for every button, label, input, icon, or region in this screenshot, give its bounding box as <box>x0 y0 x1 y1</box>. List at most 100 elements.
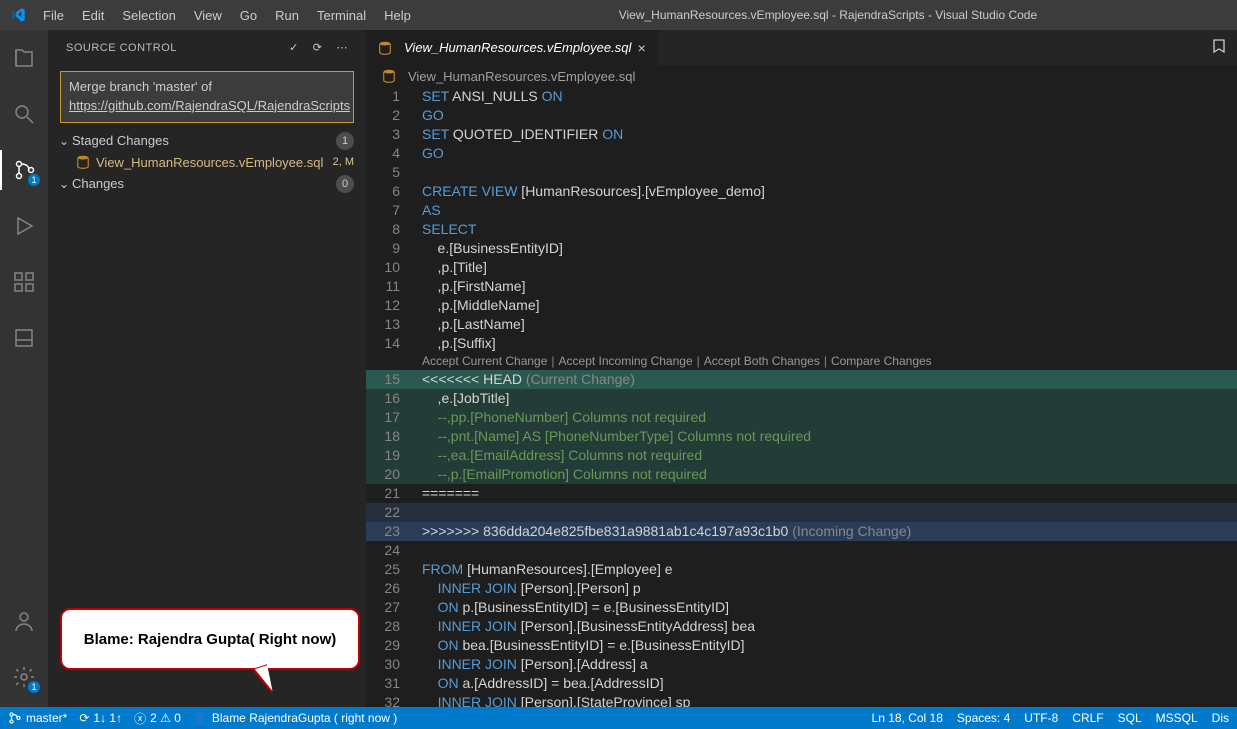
code-line[interactable]: 21======= <box>366 484 1237 503</box>
menu-go[interactable]: Go <box>232 4 265 27</box>
code-line[interactable]: 31 ON a.[AddressID] = bea.[AddressID] <box>366 674 1237 693</box>
explorer-icon[interactable] <box>0 38 48 78</box>
blame-status[interactable]: 👤 Blame RajendraGupta ( right now ) <box>193 711 397 725</box>
problems-text: 2 ⚠ 0 <box>150 711 181 725</box>
source-control-icon[interactable]: 1 <box>0 150 48 190</box>
menu-selection[interactable]: Selection <box>114 4 183 27</box>
commit-message-input[interactable]: Merge branch 'master' of https://github.… <box>60 71 354 123</box>
accounts-icon[interactable] <box>0 601 48 641</box>
blame-text: Blame RajendraGupta ( right now ) <box>212 711 397 725</box>
code-line[interactable]: 8SELECT <box>366 220 1237 239</box>
menu-run[interactable]: Run <box>267 4 307 27</box>
mssql-status[interactable]: MSSQL <box>1156 711 1198 725</box>
eol-status[interactable]: CRLF <box>1072 711 1103 725</box>
accept-both[interactable]: Accept Both Changes <box>704 352 820 371</box>
language-status[interactable]: SQL <box>1118 711 1142 725</box>
editor-tab[interactable]: View_HumanResources.vEmployee.sql × <box>366 30 659 65</box>
menu-terminal[interactable]: Terminal <box>309 4 374 27</box>
code-line[interactable]: 27 ON p.[BusinessEntityID] = e.[Business… <box>366 598 1237 617</box>
accept-current[interactable]: Accept Current Change <box>422 352 547 371</box>
database-icon <box>378 41 392 55</box>
window-title: View_HumanResources.vEmployee.sql - Raje… <box>419 8 1237 22</box>
sidebar-header: SOURCE CONTROL ✓ ⟳ ⋯ <box>48 30 366 65</box>
breadcrumb-file: View_HumanResources.vEmployee.sql <box>408 69 635 84</box>
code-line[interactable]: 24 <box>366 541 1237 560</box>
database-icon <box>76 155 90 169</box>
more-actions-icon[interactable]: ⋯ <box>337 41 349 54</box>
staged-label: Staged Changes <box>72 133 336 148</box>
staged-count: 1 <box>336 132 354 150</box>
settings-badge: 1 <box>28 681 40 693</box>
code-line[interactable]: 30 INNER JOIN [Person].[Address] a <box>366 655 1237 674</box>
code-line[interactable]: 15<<<<<<< HEAD (Current Change) <box>366 370 1237 389</box>
sidebar-title: SOURCE CONTROL <box>66 42 289 54</box>
menu-view[interactable]: View <box>186 4 230 27</box>
code-line[interactable]: 32 INNER JOIN [Person].[StateProvince] s… <box>366 693 1237 707</box>
branch-name: master* <box>26 711 67 725</box>
panel-icon[interactable] <box>0 318 48 358</box>
code-editor[interactable]: 1SET ANSI_NULLS ON2GO3SET QUOTED_IDENTIF… <box>366 87 1237 707</box>
code-line[interactable]: 7AS <box>366 201 1237 220</box>
settings-gear-icon[interactable]: 1 <box>0 657 48 697</box>
code-line[interactable]: 23>>>>>>> 836dda204e825fbe831a9881ab1c4c… <box>366 522 1237 541</box>
code-line[interactable]: 4GO <box>366 144 1237 163</box>
code-line[interactable]: 20 --,p.[EmailPromotion] Columns not req… <box>366 465 1237 484</box>
changes-section[interactable]: ⌄ Changes 0 <box>48 172 366 196</box>
sync-text: 1↓ 1↑ <box>93 711 122 725</box>
disconnect-status[interactable]: Dis <box>1212 711 1229 725</box>
code-line[interactable]: 28 INNER JOIN [Person].[BusinessEntityAd… <box>366 617 1237 636</box>
code-line[interactable]: 12 ,p.[MiddleName] <box>366 296 1237 315</box>
code-line[interactable]: 10 ,p.[Title] <box>366 258 1237 277</box>
code-line[interactable]: 11 ,p.[FirstName] <box>366 277 1237 296</box>
scm-badge: 1 <box>28 174 40 186</box>
tab-title: View_HumanResources.vEmployee.sql <box>404 40 631 55</box>
changes-label: Changes <box>72 176 336 191</box>
problems-status[interactable]: ⓧ 2 ⚠ 0 <box>134 710 181 727</box>
vscode-logo-icon <box>0 7 35 23</box>
code-line[interactable]: 17 --,pp.[PhoneNumber] Columns not requi… <box>366 408 1237 427</box>
compare-changes-icon[interactable] <box>1211 38 1227 57</box>
compare-changes[interactable]: Compare Changes <box>831 352 932 371</box>
code-line[interactable]: 5 <box>366 163 1237 182</box>
code-line[interactable]: 25FROM [HumanResources].[Employee] e <box>366 560 1237 579</box>
menu-edit[interactable]: Edit <box>74 4 112 27</box>
menu-help[interactable]: Help <box>376 4 419 27</box>
close-tab-icon[interactable]: × <box>637 40 645 56</box>
menu-file[interactable]: File <box>35 4 72 27</box>
merge-codelens: Accept Current Change | Accept Incoming … <box>366 353 1237 370</box>
code-line[interactable]: 19 --,ea.[EmailAddress] Columns not requ… <box>366 446 1237 465</box>
sync-status[interactable]: ⟳ 1↓ 1↑ <box>79 711 122 725</box>
staged-file-status: 2, M <box>333 156 354 168</box>
code-line[interactable]: 2GO <box>366 106 1237 125</box>
source-control-sidebar: SOURCE CONTROL ✓ ⟳ ⋯ Merge branch 'maste… <box>48 30 366 707</box>
breadcrumbs[interactable]: View_HumanResources.vEmployee.sql <box>366 65 1237 87</box>
code-line[interactable]: 18 --,pnt.[Name] AS [PhoneNumberType] Co… <box>366 427 1237 446</box>
encoding-status[interactable]: UTF-8 <box>1024 711 1058 725</box>
code-line[interactable]: 16 ,e.[JobTitle] <box>366 389 1237 408</box>
accept-incoming[interactable]: Accept Incoming Change <box>559 352 693 371</box>
commit-check-icon[interactable]: ✓ <box>289 41 299 54</box>
code-line[interactable]: 29 ON bea.[BusinessEntityID] = e.[Busine… <box>366 636 1237 655</box>
indentation-status[interactable]: Spaces: 4 <box>957 711 1010 725</box>
callout-text: Blame: Rajendra Gupta( Right now) <box>84 631 337 648</box>
code-line[interactable]: 9 e.[BusinessEntityID] <box>366 239 1237 258</box>
code-line[interactable]: 26 INNER JOIN [Person].[Person] p <box>366 579 1237 598</box>
branch-status[interactable]: master* <box>8 711 67 725</box>
code-line[interactable]: 3SET QUOTED_IDENTIFIER ON <box>366 125 1237 144</box>
cursor-position[interactable]: Ln 18, Col 18 <box>872 711 943 725</box>
search-icon[interactable] <box>0 94 48 134</box>
extensions-icon[interactable] <box>0 262 48 302</box>
code-line[interactable]: 14 ,p.[Suffix] <box>366 334 1237 353</box>
code-line[interactable]: 1SET ANSI_NULLS ON <box>366 87 1237 106</box>
commit-msg-text: Merge branch 'master' of <box>69 79 212 94</box>
code-line[interactable]: 6CREATE VIEW [HumanResources].[vEmployee… <box>366 182 1237 201</box>
code-line[interactable]: 22 <box>366 503 1237 522</box>
commit-msg-url: https://github.com/RajendraSQL/RajendraS… <box>69 98 350 113</box>
staged-file-row[interactable]: View_HumanResources.vEmployee.sql 2, M <box>48 153 366 172</box>
refresh-icon[interactable]: ⟳ <box>313 41 323 54</box>
code-line[interactable]: 13 ,p.[LastName] <box>366 315 1237 334</box>
run-debug-icon[interactable] <box>0 206 48 246</box>
main-menu: FileEditSelectionViewGoRunTerminalHelp <box>35 4 419 27</box>
staged-changes-section[interactable]: ⌄ Staged Changes 1 <box>48 129 366 153</box>
blame-callout: Blame: Rajendra Gupta( Right now) <box>60 608 360 670</box>
